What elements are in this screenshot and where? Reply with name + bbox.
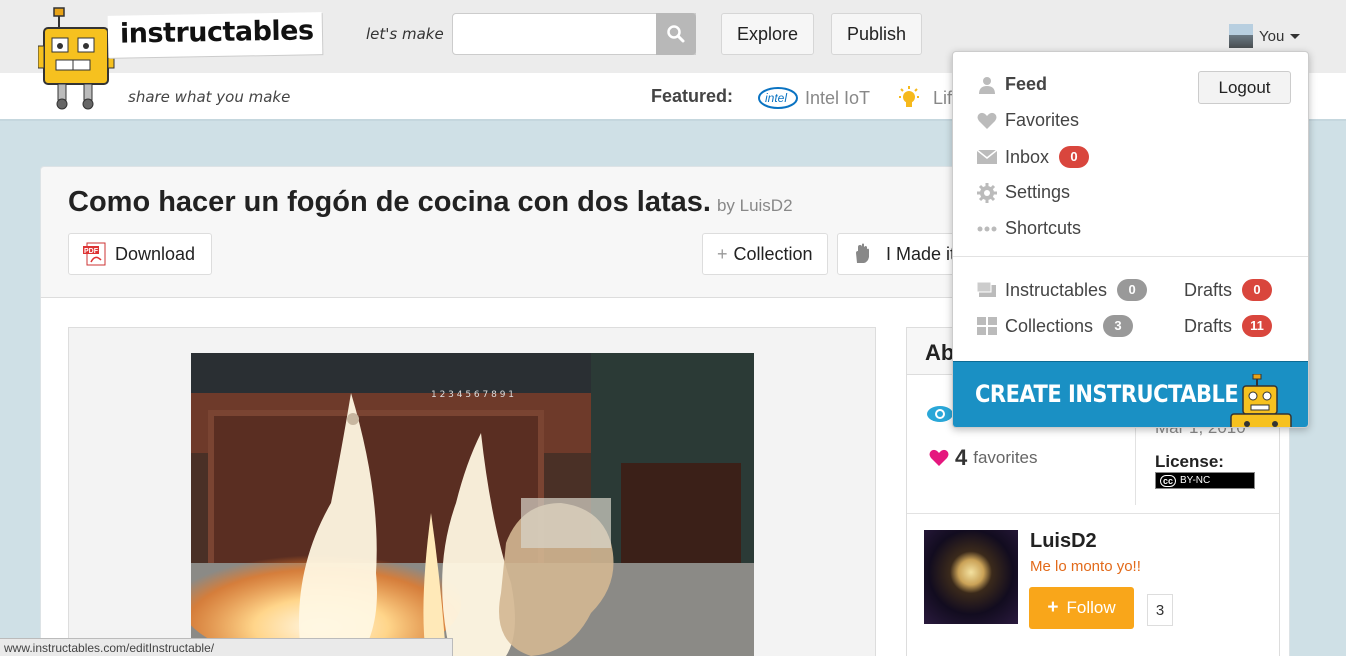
featured-item-label: Lif [933,87,953,108]
search-input[interactable] [453,14,653,54]
collection-label: Collection [733,243,813,264]
eye-icon [927,406,953,422]
gear-icon [977,182,997,203]
person-icon [979,76,995,94]
instructables-count-badge: 0 [1117,279,1148,301]
menu-item-favorites[interactable]: Favorites [977,110,1079,131]
menu-item-label: Favorites [1005,110,1080,130]
instructables-icon [977,282,996,297]
heart-icon [929,449,949,466]
collections-icon [977,317,997,335]
menu-item-label: Collections [1005,315,1094,336]
publish-button[interactable]: Publish [831,13,923,55]
page-title: Como hacer un fogón de cocina con dos la… [68,186,793,219]
svg-text:1 2 3 4 5 6 7 8 9 1: 1 2 3 4 5 6 7 8 9 1 [431,390,514,400]
author-name[interactable]: LuisD2 [1030,530,1097,553]
plus-icon: + [717,243,728,264]
dots-icon [977,226,997,231]
aside-divider [907,513,1279,514]
svg-text:intel: intel [765,91,787,105]
user-dropdown-menu: Logout Feed Favorites Inbox 0 Settings S… [952,51,1309,428]
pdf-icon: PDF [83,242,106,266]
robot-logo-icon[interactable] [38,6,118,110]
menu-item-label: Shortcuts [1005,218,1082,238]
featured-label: Featured: [651,86,734,106]
flame-photo: 1 2 3 4 5 6 7 8 9 1 [191,353,754,656]
menu-item-label: Drafts [1184,315,1233,336]
featured-item-2[interactable]: Lif [897,86,952,110]
tagline: share what you make [128,88,291,106]
logout-button[interactable]: Logout [1198,71,1291,104]
menu-item-inbox[interactable]: Inbox 0 [977,146,1090,168]
create-instructable-label: CREATE INSTRUCTABLE » [975,380,1259,408]
envelope-icon [977,150,997,164]
user-label: You [1259,27,1285,45]
menu-item-settings[interactable]: Settings [977,182,1070,203]
follow-label: Follow [1066,598,1116,617]
license-badge[interactable]: cc BY-NC [1155,472,1255,489]
inbox-count-badge: 0 [1059,146,1090,168]
main-photo[interactable]: 1 2 3 4 5 6 7 8 9 1 [191,353,754,656]
author-byline[interactable]: by LuisD2 [717,196,793,215]
favorites-label: favorites [973,448,1038,467]
explore-button[interactable]: Explore [721,13,815,55]
article-title: Como hacer un fogón de cocina con dos la… [68,186,711,218]
add-to-collection-button[interactable]: + Collection [702,233,828,275]
menu-item-drafts[interactable]: Drafts 0 [1184,279,1273,301]
plus-icon: + [1047,597,1059,618]
license-badge-text: BY-NC [1180,475,1211,486]
menu-item-collections[interactable]: Collections 3 [977,315,1134,337]
lets-make-label: let's make [366,25,444,43]
favorites-count: 4 [955,445,968,470]
browser-status-bar: www.instructables.com/editInstructable/ [0,638,453,656]
menu-item-feed[interactable]: Feed [977,74,1047,95]
download-button[interactable]: PDF Download [68,233,212,275]
menu-item-label: Settings [1005,182,1071,202]
download-label: Download [115,243,196,264]
author-avatar[interactable] [924,530,1018,624]
i-made-it-label: I Made it! [886,243,961,264]
collections-count-badge: 3 [1103,315,1134,337]
featured-item-label: Intel IoT [805,87,871,108]
follower-count: 3 [1147,594,1173,626]
menu-item-label: Inbox [1005,146,1050,167]
user-menu[interactable]: You [1229,24,1301,48]
license-label: License: [1155,452,1224,471]
follow-button[interactable]: + Follow [1029,587,1134,629]
menu-item-shortcuts[interactable]: Shortcuts [977,218,1081,239]
menu-item-collection-drafts[interactable]: Drafts 11 [1184,315,1273,337]
intel-icon: intel [758,87,798,109]
heart-icon [977,112,997,129]
menu-divider [953,256,1308,257]
drafts-count-badge: 0 [1242,279,1273,301]
logo-wordmark[interactable]: instructables [107,12,323,58]
lightbulb-icon [899,86,919,107]
menu-item-instructables[interactable]: Instructables 0 [977,279,1148,301]
hand-icon [856,243,869,263]
robot-mascot-icon [1230,374,1292,427]
avatar [1229,24,1253,48]
menu-item-label: Feed [1005,74,1048,94]
search-icon [667,25,685,43]
chevron-down-icon [1290,33,1301,39]
search-button[interactable] [656,13,696,55]
collection-drafts-count-badge: 11 [1242,315,1273,337]
svg-text:PDF: PDF [84,248,99,255]
menu-item-label: Drafts [1184,279,1233,300]
menu-item-label: Instructables [1005,279,1108,300]
author-tagline: Me lo monto yo!! [1030,558,1141,575]
featured-item-intel[interactable]: intel Intel IoT [757,86,870,110]
about-title: Ab [925,340,955,365]
favorites-stat: 4 favorites [929,445,1038,471]
create-instructable-button[interactable]: CREATE INSTRUCTABLE » [953,361,1308,427]
cc-icon: cc [1160,474,1177,487]
